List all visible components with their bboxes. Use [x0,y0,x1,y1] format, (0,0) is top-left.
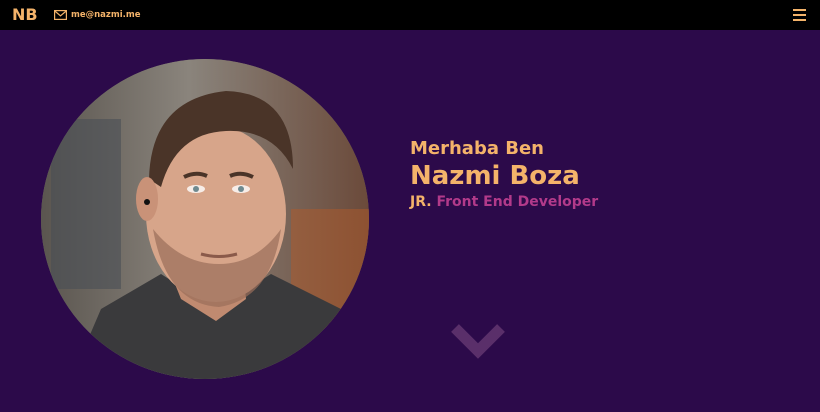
role-prefix: JR. [410,194,432,210]
greeting-text: Merhaba Ben [410,138,544,159]
name-heading: Nazmi Boza [410,161,580,191]
menu-line [793,9,806,11]
profile-photo [41,59,369,379]
site-logo[interactable]: NB [12,5,38,24]
menu-line [793,19,806,21]
role-title: Front End Developer [436,194,599,210]
scroll-down-button[interactable] [451,324,505,360]
top-bar: NB me@nazmi.me [0,0,820,30]
chevron-down-icon [451,324,505,359]
email-link[interactable]: me@nazmi.me [54,8,140,22]
hamburger-menu-icon[interactable] [793,9,806,21]
envelope-icon [54,10,67,20]
menu-line [793,14,806,16]
hero-intro: Merhaba Ben Nazmi Boza JR. Front End Dev… [410,138,598,212]
email-address: me@nazmi.me [71,10,141,20]
role-line: JR. Front End Developer [410,192,598,212]
profile-portrait-image [41,59,369,379]
